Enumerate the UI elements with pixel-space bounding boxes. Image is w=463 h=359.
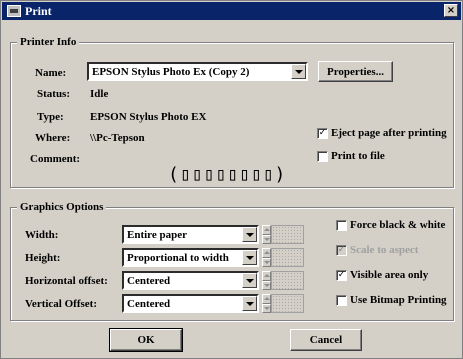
comment-label: Comment: <box>30 153 81 165</box>
properties-button[interactable]: Properties... <box>318 61 393 82</box>
width-select[interactable]: Entire paper <box>122 225 259 244</box>
width-value: Entire paper <box>127 228 187 241</box>
status-label: Status: <box>37 88 71 100</box>
horizontal-offset-spin-field[interactable] <box>271 271 304 290</box>
graphics-options-legend: Graphics Options <box>17 201 107 214</box>
spin-down-icon[interactable] <box>262 280 271 290</box>
scale-to-aspect-check-box: ✓ <box>336 244 347 256</box>
eject-page-label: Eject page after printing <box>331 127 447 139</box>
bitmap-printing-checkbox[interactable]: Use Bitmap Printing <box>336 294 447 306</box>
visible-area-checkbox[interactable]: ✓ Visible area only <box>336 269 428 281</box>
height-value: Proportional to width <box>127 251 229 264</box>
cancel-button[interactable]: Cancel <box>290 329 362 351</box>
where-value: \\Pc-Tepson <box>90 132 145 144</box>
print-dialog: Print × Printer Info Name: EPSON Stylus … <box>0 0 463 359</box>
horizontal-offset-label: Horizontal offset: <box>25 275 108 287</box>
width-spin-field[interactable] <box>271 225 304 244</box>
chevron-down-icon[interactable] <box>242 227 257 242</box>
height-select[interactable]: Proportional to width <box>122 248 259 267</box>
spin-down-icon[interactable] <box>262 234 271 244</box>
spin-down-icon[interactable] <box>262 303 271 313</box>
type-label: Type: <box>37 111 64 123</box>
vertical-offset-value: Centered <box>127 297 171 310</box>
printer-name-value: EPSON Stylus Photo Ex (Copy 2) <box>92 65 250 78</box>
spin-up-icon[interactable] <box>262 271 271 281</box>
force-black-white-checkbox[interactable]: Force black & white <box>336 219 445 231</box>
bitmap-printing-check-box[interactable] <box>336 294 347 306</box>
type-value: EPSON Stylus Photo EX <box>90 111 207 123</box>
eject-page-check-box[interactable]: ✓ <box>317 127 328 139</box>
vertical-offset-spin-field[interactable] <box>271 294 304 313</box>
height-spinner[interactable] <box>262 248 304 267</box>
print-to-file-label: Print to file <box>331 150 385 162</box>
comment-value: (▯▯▯▯▯▯▯▯) <box>168 164 287 185</box>
spin-down-icon[interactable] <box>262 257 271 267</box>
status-value: Idle <box>90 88 109 100</box>
where-label: Where: <box>35 132 71 144</box>
spin-up-icon[interactable] <box>262 248 271 258</box>
height-spin-field[interactable] <box>271 248 304 267</box>
chevron-down-icon[interactable] <box>242 250 257 265</box>
horizontal-offset-select[interactable]: Centered <box>122 271 259 290</box>
scale-to-aspect-checkbox: ✓ Scale to aspect <box>336 244 418 256</box>
visible-area-label: Visible area only <box>350 269 429 281</box>
print-to-file-checkbox[interactable]: Print to file <box>317 150 385 162</box>
force-black-white-check-box[interactable] <box>336 219 347 231</box>
printer-name-select[interactable]: EPSON Stylus Photo Ex (Copy 2) <box>87 62 308 81</box>
width-label: Width: <box>25 229 59 241</box>
eject-page-checkbox[interactable]: ✓ Eject page after printing <box>317 127 447 139</box>
force-black-white-label: Force black & white <box>350 219 446 231</box>
chevron-down-icon[interactable] <box>242 273 257 288</box>
ok-button[interactable]: OK <box>109 328 183 352</box>
spin-up-icon[interactable] <box>262 225 271 235</box>
horizontal-offset-value: Centered <box>127 274 171 287</box>
print-to-file-check-box[interactable] <box>317 150 328 162</box>
vertical-offset-select[interactable]: Centered <box>122 294 259 313</box>
width-spinner[interactable] <box>262 225 304 244</box>
chevron-down-icon[interactable] <box>291 64 306 79</box>
vertical-offset-label: Vertical Offset: <box>25 298 97 310</box>
chevron-down-icon[interactable] <box>242 296 257 311</box>
scale-to-aspect-label: Scale to aspect <box>350 244 419 256</box>
close-button[interactable]: × <box>444 4 458 17</box>
horizontal-offset-spinner[interactable] <box>262 271 304 290</box>
bitmap-printing-label: Use Bitmap Printing <box>350 294 447 306</box>
title-bar: Print × <box>2 2 461 20</box>
height-label: Height: <box>25 252 61 264</box>
spin-up-icon[interactable] <box>262 294 271 304</box>
visible-area-check-box[interactable]: ✓ <box>336 269 347 281</box>
window-title: Print <box>25 3 52 18</box>
name-label: Name: <box>35 67 67 79</box>
vertical-offset-spinner[interactable] <box>262 294 304 313</box>
printer-info-legend: Printer Info <box>17 36 80 49</box>
printer-icon <box>7 5 21 17</box>
